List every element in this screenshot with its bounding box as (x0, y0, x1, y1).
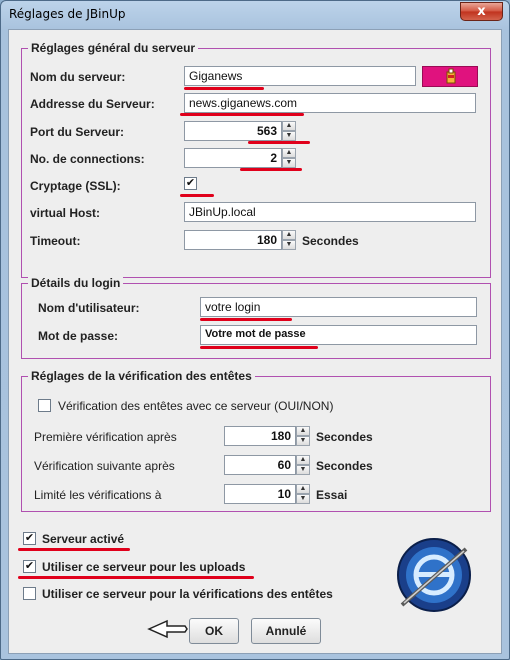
ssl-label: Cryptage (SSL): (30, 179, 121, 193)
server-port-spinner[interactable]: 563 ▲ ▼ (184, 121, 296, 141)
username-input[interactable]: votre login (200, 297, 477, 317)
limit-check-spinner[interactable]: 10 ▲ ▼ (224, 484, 310, 504)
server-settings-group: Réglages général du serveur Nom du serve… (21, 41, 491, 278)
server-name-input[interactable]: Giganews (184, 66, 416, 86)
jbinup-logo-icon (397, 538, 471, 612)
window-title: Réglages de JBinUp (9, 7, 126, 21)
server-address-input[interactable]: news.giganews.com (184, 93, 476, 113)
header-check-enable-label[interactable]: Vérification des entêtes avec ce serveur… (58, 399, 333, 413)
highlight-mark (248, 141, 310, 144)
spinner-down-icon[interactable]: ▼ (296, 494, 310, 504)
highlight-mark (180, 113, 304, 116)
first-check-value[interactable]: 180 (224, 426, 296, 446)
spinner-up-icon[interactable]: ▲ (282, 121, 296, 131)
login-group: Détails du login Nom d'utilisateur: votr… (21, 276, 491, 359)
highlight-mark (200, 318, 292, 321)
highlight-mark (18, 548, 130, 551)
spinner-up-icon[interactable]: ▲ (282, 230, 296, 240)
server-active-label[interactable]: Serveur activé (42, 532, 124, 546)
username-label: Nom d'utilisateur: (38, 301, 140, 315)
limit-check-unit: Essai (316, 488, 348, 502)
first-check-spinner[interactable]: 180 ▲ ▼ (224, 426, 310, 446)
paint-bucket-icon (446, 68, 456, 84)
timeout-value[interactable]: 180 (184, 230, 282, 250)
virtual-host-input[interactable]: JBinUp.local (184, 202, 476, 222)
next-check-label: Vérification suivante après (34, 459, 175, 473)
spinner-down-icon[interactable]: ▼ (282, 240, 296, 250)
spinner-up-icon[interactable]: ▲ (282, 148, 296, 158)
header-check-group: Réglages de la vérification des entêtes … (21, 369, 491, 512)
password-input[interactable]: Votre mot de passe (200, 325, 477, 345)
highlight-mark (200, 346, 318, 349)
server-port-label: Port du Serveur: (30, 125, 125, 139)
dialog-content: Réglages général du serveur Nom du serve… (8, 29, 502, 654)
server-settings-legend: Réglages général du serveur (28, 41, 199, 55)
highlight-mark (240, 168, 302, 171)
limit-check-label: Limité les vérifications à (34, 488, 162, 502)
spinner-down-icon[interactable]: ▼ (282, 131, 296, 141)
spinner-down-icon[interactable]: ▼ (296, 465, 310, 475)
highlight-mark (184, 87, 264, 90)
highlight-mark (180, 194, 214, 197)
next-check-value[interactable]: 60 (224, 455, 296, 475)
pointer-hand-icon (147, 619, 188, 639)
password-label: Mot de passe: (38, 329, 119, 343)
login-legend: Détails du login (28, 276, 124, 290)
ssl-checkbox[interactable]: ✔ (184, 177, 197, 190)
spinner-down-icon[interactable]: ▼ (296, 436, 310, 446)
highlight-mark (18, 576, 254, 579)
spinner-down-icon[interactable]: ▼ (282, 158, 296, 168)
checkmark-icon: ✔ (185, 177, 196, 189)
spinner-up-icon[interactable]: ▲ (296, 426, 310, 436)
ok-button[interactable]: OK (189, 618, 239, 644)
title-bar: Réglages de JBinUp x (1, 1, 509, 29)
connections-value[interactable]: 2 (184, 148, 282, 168)
color-picker-button[interactable] (422, 66, 478, 87)
server-address-label: Addresse du Serveur: (30, 97, 155, 111)
header-check-enable-checkbox[interactable] (38, 399, 51, 412)
virtual-host-label: virtual Host: (30, 206, 101, 220)
server-port-value[interactable]: 563 (184, 121, 282, 141)
close-icon: x (477, 4, 486, 19)
connections-spinner[interactable]: 2 ▲ ▼ (184, 148, 296, 168)
close-button[interactable]: x (460, 2, 503, 21)
next-check-unit: Secondes (316, 459, 373, 473)
first-check-label: Première vérification après (34, 430, 177, 444)
use-for-uploads-checkbox[interactable]: ✔ (23, 560, 36, 573)
checkmark-icon: ✔ (24, 560, 35, 572)
header-check-legend: Réglages de la vérification des entêtes (28, 369, 255, 383)
spinner-up-icon[interactable]: ▲ (296, 484, 310, 494)
use-for-verify-label[interactable]: Utiliser ce serveur pour la vérification… (42, 587, 333, 601)
next-check-spinner[interactable]: 60 ▲ ▼ (224, 455, 310, 475)
checkmark-icon: ✔ (24, 532, 35, 544)
spinner-up-icon[interactable]: ▲ (296, 455, 310, 465)
server-name-label: Nom du serveur: (30, 70, 126, 84)
connections-label: No. de connections: (30, 152, 145, 166)
timeout-label: Timeout: (30, 234, 81, 248)
use-for-uploads-label[interactable]: Utiliser ce serveur pour les uploads (42, 560, 245, 574)
limit-check-value[interactable]: 10 (224, 484, 296, 504)
timeout-unit: Secondes (302, 234, 359, 248)
cancel-button[interactable]: Annulé (251, 618, 321, 644)
first-check-unit: Secondes (316, 430, 373, 444)
use-for-verify-checkbox[interactable] (23, 587, 36, 600)
server-active-checkbox[interactable]: ✔ (23, 532, 36, 545)
settings-window: Réglages de JBinUp x Réglages général du… (0, 0, 510, 660)
timeout-spinner[interactable]: 180 ▲ ▼ (184, 230, 296, 250)
